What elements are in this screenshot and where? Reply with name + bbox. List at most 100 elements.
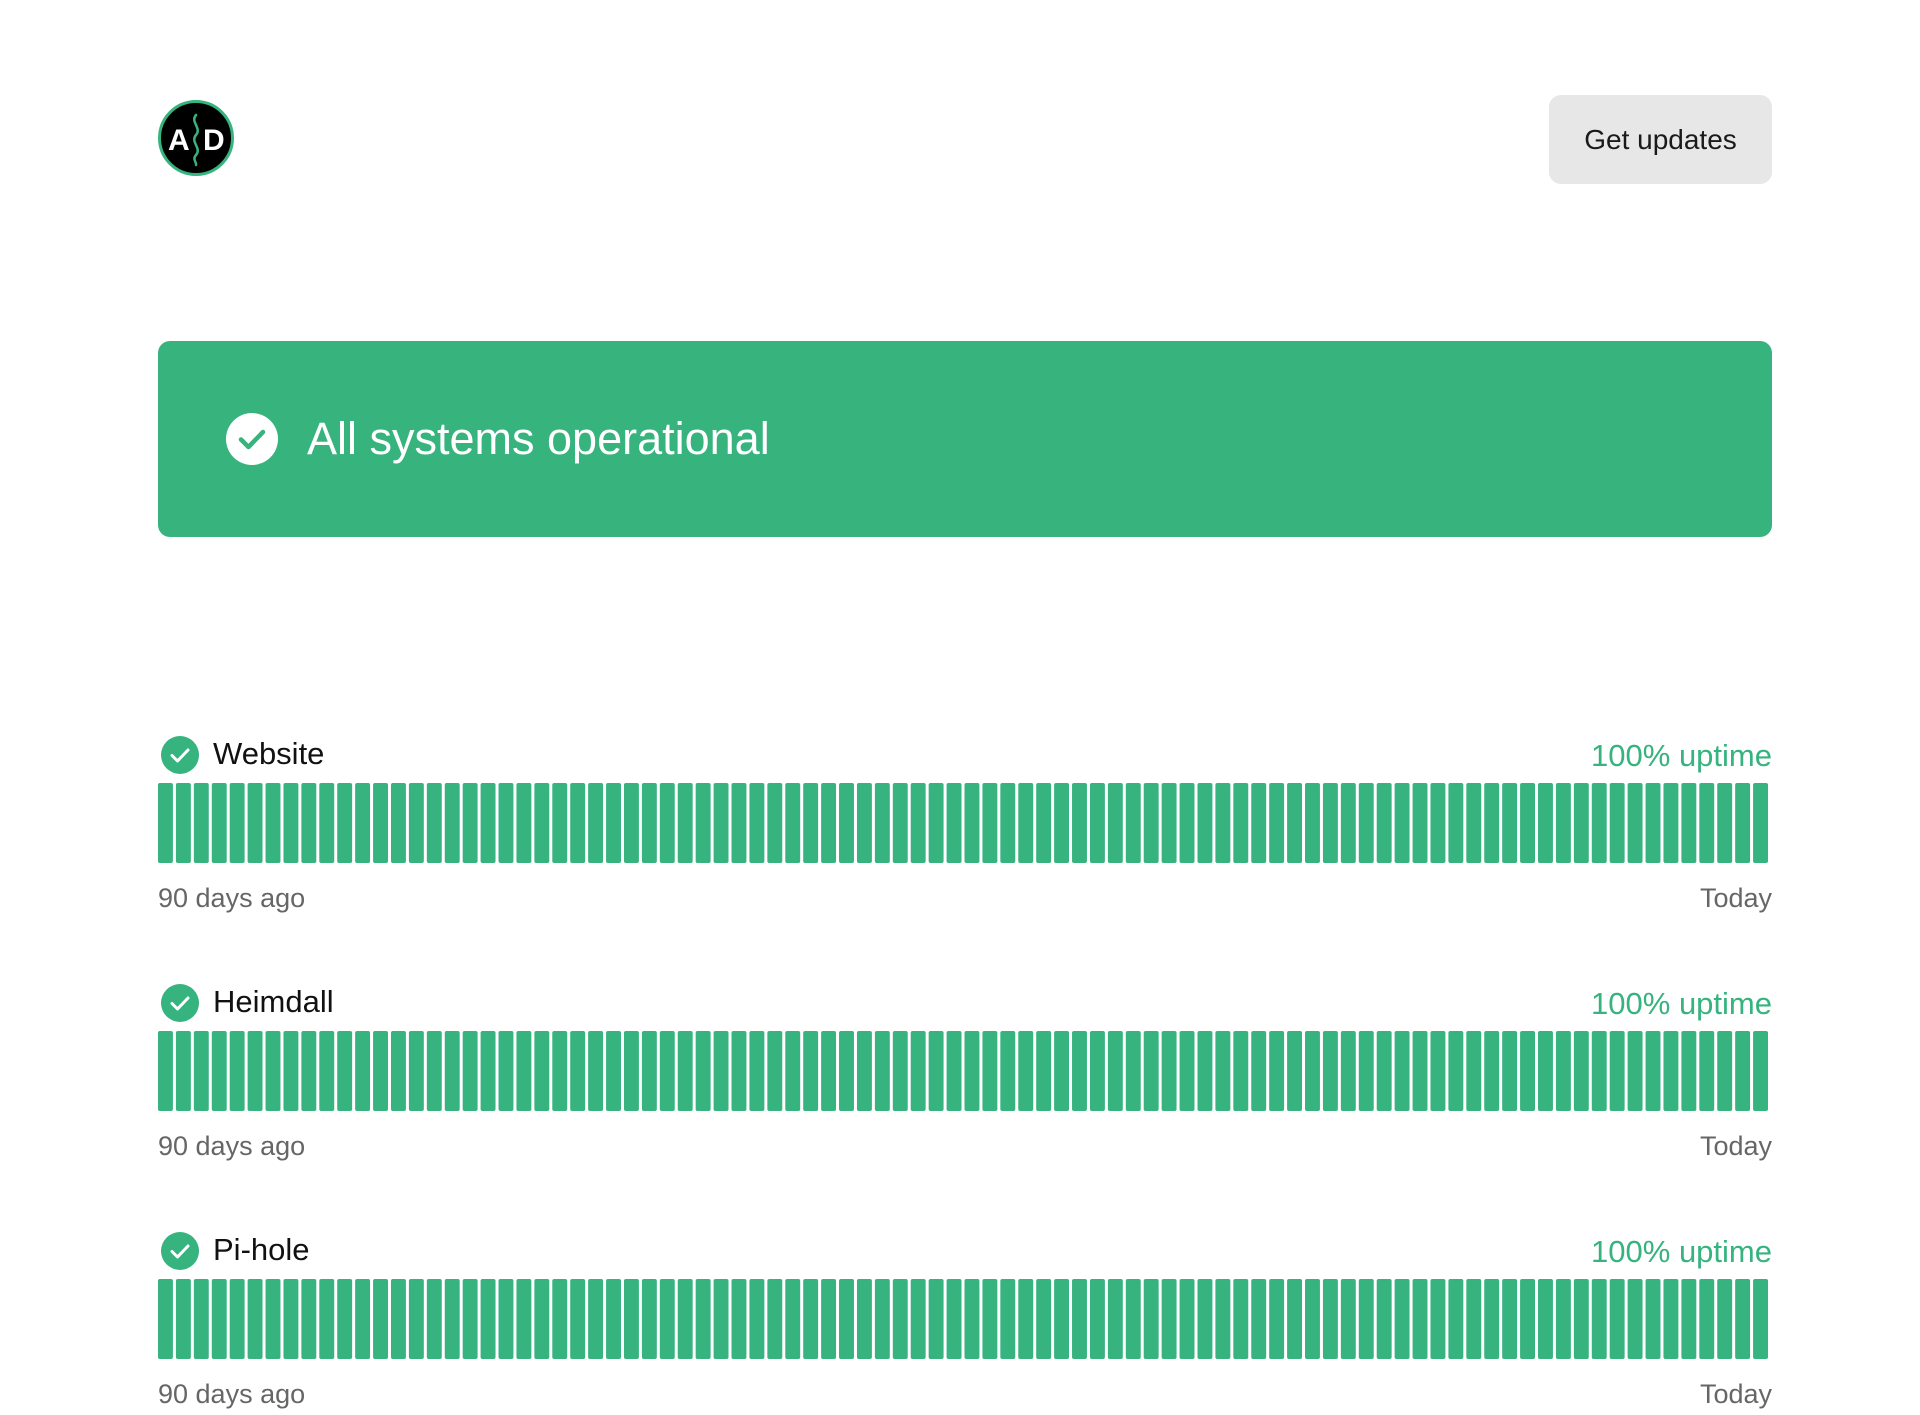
uptime-day-bar[interactable] [265, 1279, 281, 1359]
uptime-day-bar[interactable] [731, 783, 747, 863]
uptime-day-bar[interactable] [408, 1031, 424, 1111]
uptime-day-bar[interactable] [175, 1031, 191, 1111]
uptime-day-bar[interactable] [283, 1031, 299, 1111]
uptime-day-bar[interactable] [1269, 1031, 1285, 1111]
uptime-day-bar[interactable] [1322, 783, 1338, 863]
uptime-day-bar[interactable] [874, 783, 890, 863]
uptime-day-bar[interactable] [1645, 783, 1661, 863]
uptime-day-bar[interactable] [390, 783, 406, 863]
uptime-day-bar[interactable] [1161, 1279, 1177, 1359]
uptime-day-bar[interactable] [749, 1279, 765, 1359]
uptime-day-bar[interactable] [1591, 783, 1607, 863]
uptime-day-bar[interactable] [211, 1279, 227, 1359]
uptime-day-bar[interactable] [1735, 1279, 1751, 1359]
uptime-day-bar[interactable] [695, 783, 711, 863]
uptime-day-bar[interactable] [1089, 783, 1105, 863]
uptime-day-bar[interactable] [1502, 1279, 1518, 1359]
uptime-day-bar[interactable] [1753, 1031, 1768, 1111]
uptime-day-bar[interactable] [1018, 783, 1034, 863]
uptime-day-bar[interactable] [1448, 783, 1464, 863]
uptime-day-bar[interactable] [1627, 1031, 1643, 1111]
uptime-day-bar[interactable] [677, 783, 693, 863]
uptime-day-bar[interactable] [982, 783, 998, 863]
uptime-day-bar[interactable] [498, 783, 514, 863]
uptime-day-bar[interactable] [570, 783, 586, 863]
uptime-day-bar[interactable] [785, 1031, 801, 1111]
uptime-day-bar[interactable] [1197, 1031, 1213, 1111]
uptime-day-bar[interactable] [839, 783, 854, 863]
uptime-day-bar[interactable] [1305, 1279, 1320, 1359]
uptime-day-bar[interactable] [839, 1279, 854, 1359]
uptime-day-bar[interactable] [1036, 783, 1052, 863]
uptime-day-bar[interactable] [247, 1031, 263, 1111]
uptime-day-bar[interactable] [552, 1031, 568, 1111]
uptime-day-bar[interactable] [1269, 783, 1285, 863]
uptime-day-bar[interactable] [355, 1031, 371, 1111]
uptime-day-bar[interactable] [1000, 1279, 1016, 1359]
uptime-day-bar[interactable] [1018, 1279, 1034, 1359]
uptime-day-bar[interactable] [856, 1031, 872, 1111]
uptime-day-bar[interactable] [856, 1279, 872, 1359]
uptime-day-bar[interactable] [1484, 783, 1500, 863]
uptime-day-bar[interactable] [462, 1031, 478, 1111]
uptime-day-bar[interactable] [193, 783, 209, 863]
uptime-day-bar[interactable] [1735, 1031, 1751, 1111]
uptime-day-bar[interactable] [641, 783, 657, 863]
uptime-day-bar[interactable] [1538, 1279, 1553, 1359]
uptime-day-bar[interactable] [588, 783, 604, 863]
uptime-day-bar[interactable] [1573, 1031, 1589, 1111]
uptime-day-bar[interactable] [1251, 783, 1267, 863]
uptime-day-bar[interactable] [158, 1279, 173, 1359]
uptime-day-bar[interactable] [480, 783, 496, 863]
uptime-day-bar[interactable] [319, 1279, 335, 1359]
uptime-day-bar[interactable] [516, 783, 532, 863]
uptime-day-bar[interactable] [1699, 1279, 1715, 1359]
uptime-day-bar[interactable] [193, 1279, 209, 1359]
uptime-day-bar[interactable] [910, 1031, 926, 1111]
uptime-day-bar[interactable] [1340, 1279, 1356, 1359]
uptime-day-bar[interactable] [1502, 783, 1518, 863]
uptime-day-bar[interactable] [1448, 1031, 1464, 1111]
uptime-day-bar[interactable] [426, 783, 442, 863]
uptime-day-bar[interactable] [158, 1031, 173, 1111]
uptime-day-bar[interactable] [1287, 1279, 1303, 1359]
uptime-day-bar[interactable] [928, 1031, 944, 1111]
uptime-day-bar[interactable] [821, 783, 837, 863]
uptime-day-bar[interactable] [1358, 783, 1374, 863]
uptime-day-bar[interactable] [623, 1279, 639, 1359]
uptime-day-bar[interactable] [516, 1279, 532, 1359]
uptime-day-bar[interactable] [892, 1031, 908, 1111]
uptime-day-bar[interactable] [1663, 783, 1679, 863]
uptime-day-bar[interactable] [1699, 783, 1715, 863]
uptime-day-bar[interactable] [1215, 783, 1231, 863]
uptime-day-bar[interactable] [1520, 783, 1536, 863]
uptime-day-bar[interactable] [1376, 783, 1392, 863]
uptime-day-bar[interactable] [444, 1279, 460, 1359]
uptime-day-bar[interactable] [229, 783, 245, 863]
uptime-day-bar[interactable] [1394, 1279, 1410, 1359]
uptime-day-bar[interactable] [641, 1279, 657, 1359]
uptime-day-bar[interactable] [373, 1279, 388, 1359]
uptime-day-bar[interactable] [623, 783, 639, 863]
uptime-day-bar[interactable] [1573, 783, 1589, 863]
uptime-day-bar[interactable] [211, 783, 227, 863]
uptime-day-bar[interactable] [874, 1279, 890, 1359]
uptime-day-bar[interactable] [444, 783, 460, 863]
uptime-day-bar[interactable] [1376, 1279, 1392, 1359]
uptime-day-bar[interactable] [803, 1031, 819, 1111]
uptime-day-bar[interactable] [390, 1031, 406, 1111]
uptime-day-bar[interactable] [1681, 1031, 1697, 1111]
uptime-day-bar[interactable] [588, 1031, 604, 1111]
uptime-day-bar[interactable] [1430, 1031, 1446, 1111]
uptime-day-bar[interactable] [749, 1031, 765, 1111]
uptime-day-bar[interactable] [337, 783, 353, 863]
uptime-day-bar[interactable] [1054, 1031, 1070, 1111]
uptime-day-bar[interactable] [749, 783, 765, 863]
uptime-day-bar[interactable] [964, 1031, 980, 1111]
uptime-day-bar[interactable] [462, 1279, 478, 1359]
uptime-day-bar[interactable] [1143, 1031, 1159, 1111]
uptime-day-bar[interactable] [1538, 1031, 1553, 1111]
uptime-day-bar[interactable] [803, 1279, 819, 1359]
uptime-day-bar[interactable] [283, 1279, 299, 1359]
uptime-day-bar[interactable] [1179, 1279, 1195, 1359]
